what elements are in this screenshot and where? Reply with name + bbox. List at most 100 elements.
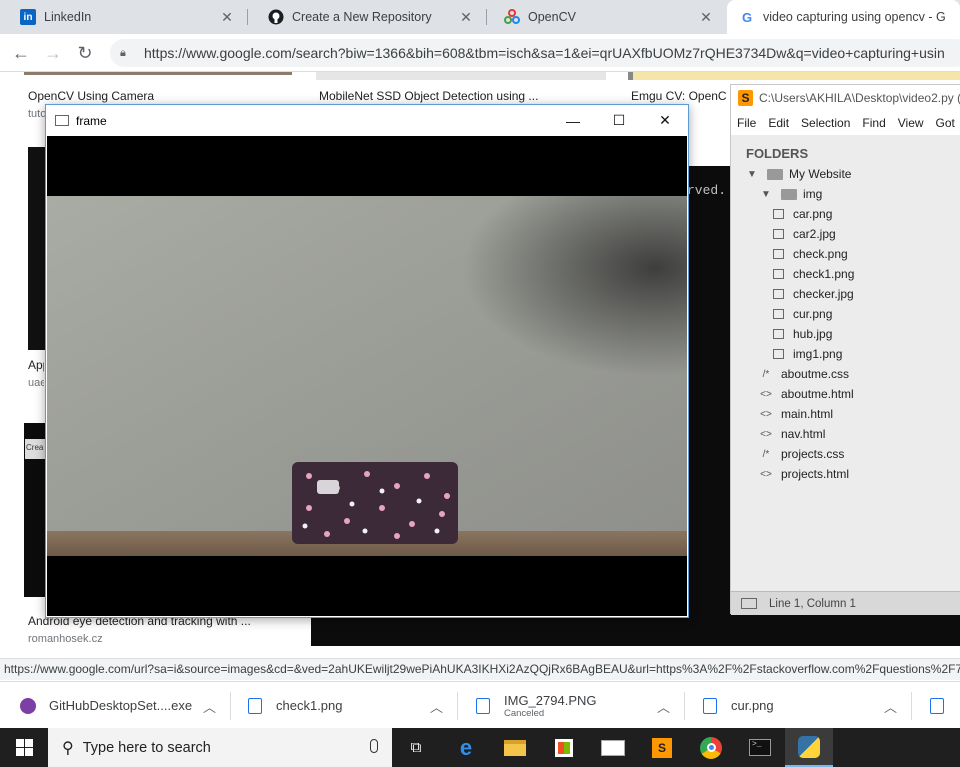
- chevron-down-icon[interactable]: ▼: [759, 189, 773, 200]
- thumbnail-image[interactable]: [28, 147, 46, 350]
- chevron-up-icon[interactable]: ︿: [657, 697, 670, 716]
- chevron-up-icon[interactable]: ︿: [884, 697, 897, 716]
- html-file-icon: <>: [760, 408, 772, 420]
- tree-file[interactable]: /* aboutme.css: [745, 364, 960, 384]
- file-label: img1.png: [793, 347, 843, 361]
- tab-google-active[interactable]: G video capturing using opencv - G: [727, 0, 960, 34]
- download-item[interactable]: [930, 682, 960, 729]
- back-icon[interactable]: ←: [8, 40, 34, 66]
- downloads-bar: GitHubDesktopSet....exe ︿ check1.png ︿ I…: [0, 681, 960, 728]
- menu-view[interactable]: View: [898, 116, 924, 130]
- chevron-up-icon[interactable]: ︿: [203, 697, 216, 716]
- store-icon[interactable]: [540, 728, 588, 767]
- forward-icon[interactable]: →: [40, 40, 66, 66]
- tree-file[interactable]: check1.png: [745, 264, 960, 284]
- panel-icon[interactable]: [741, 598, 757, 609]
- frame-window[interactable]: frame — ☐ ✕: [45, 104, 689, 618]
- file-explorer-icon[interactable]: [491, 728, 539, 767]
- tree-file[interactable]: car.png: [745, 204, 960, 224]
- image-file-icon: [476, 697, 490, 714]
- tree-file[interactable]: checker.jpg: [745, 284, 960, 304]
- download-item[interactable]: cur.png ︿: [703, 682, 897, 729]
- menu-edit[interactable]: Edit: [768, 116, 789, 130]
- image-file-icon: [773, 349, 784, 359]
- css-file-icon: /*: [762, 448, 770, 460]
- download-item[interactable]: IMG_2794.PNG Canceled ︿: [476, 682, 670, 729]
- tree-file[interactable]: hub.jpg: [745, 324, 960, 344]
- tab-github[interactable]: Create a New Repository ✕: [248, 0, 484, 34]
- thumbnail-image[interactable]: Crea: [24, 423, 46, 597]
- mail-icon[interactable]: [589, 728, 637, 767]
- sublime-icon[interactable]: S: [638, 728, 686, 767]
- tree-folder-root[interactable]: ▼ My Website: [745, 164, 960, 184]
- result-title[interactable]: Emgu CV: OpenC: [631, 89, 731, 103]
- edge-icon[interactable]: e: [442, 728, 490, 767]
- search-icon: ⚲: [62, 739, 74, 757]
- tab-title: OpenCV: [528, 10, 576, 24]
- file-label: nav.html: [781, 427, 826, 441]
- menu-find[interactable]: Find: [862, 116, 885, 130]
- tree-file[interactable]: car2.jpg: [745, 224, 960, 244]
- sublime-window[interactable]: S C:\Users\AKHILA\Desktop\video2.py ( Fi…: [730, 84, 960, 615]
- close-tab-icon[interactable]: ✕: [698, 9, 714, 26]
- menu-file[interactable]: File: [737, 116, 756, 130]
- github-icon: [268, 9, 284, 25]
- tree-file[interactable]: img1.png: [745, 344, 960, 364]
- sublime-title: C:\Users\AKHILA\Desktop\video2.py (: [759, 91, 960, 105]
- tab-linkedin[interactable]: in LinkedIn ✕: [0, 0, 245, 34]
- chrome-icon[interactable]: [687, 728, 735, 767]
- tab-title: Create a New Repository: [292, 10, 432, 24]
- close-tab-icon[interactable]: ✕: [458, 9, 474, 26]
- sublime-menubar: File Edit Selection Find View Got: [731, 111, 960, 135]
- tree-file[interactable]: <> projects.html: [745, 464, 960, 484]
- result-source: tuto: [28, 108, 47, 120]
- tree-file[interactable]: /* projects.css: [745, 444, 960, 464]
- address-bar[interactable]: 🔒︎ https://www.google.com/search?biw=136…: [110, 39, 960, 67]
- reload-icon[interactable]: ↻: [72, 40, 98, 66]
- download-item[interactable]: check1.png ︿: [248, 682, 443, 729]
- tab-opencv[interactable]: OpenCV ✕: [484, 0, 724, 34]
- microphone-icon[interactable]: [370, 739, 378, 753]
- image-file-icon: [773, 209, 784, 219]
- image-file-icon: [773, 229, 784, 239]
- frame-titlebar[interactable]: frame — ☐ ✕: [46, 105, 688, 136]
- result-title[interactable]: OpenCV Using Camera: [28, 89, 154, 103]
- close-tab-icon[interactable]: ✕: [219, 9, 235, 26]
- taskbar-search-box[interactable]: ⚲ Type here to search: [48, 728, 392, 767]
- console-text: rved.: [687, 183, 727, 198]
- menu-selection[interactable]: Selection: [801, 116, 850, 130]
- tree-folder-img[interactable]: ▼ img: [745, 184, 960, 204]
- thumbnail-image[interactable]: [316, 72, 606, 80]
- tree-file[interactable]: <> aboutme.html: [745, 384, 960, 404]
- divider: [457, 692, 458, 720]
- close-button[interactable]: ✕: [642, 105, 688, 136]
- thumbnail-label: Crea: [25, 439, 46, 459]
- download-item[interactable]: GitHubDesktopSet....exe ︿: [20, 682, 216, 729]
- tree-file[interactable]: cur.png: [745, 304, 960, 324]
- tab-title: LinkedIn: [44, 10, 92, 24]
- image-file-icon: [773, 269, 784, 279]
- tree-file[interactable]: check.png: [745, 244, 960, 264]
- result-title[interactable]: App: [28, 358, 44, 372]
- result-title[interactable]: MobileNet SSD Object Detection using ...: [319, 89, 559, 103]
- result-source: romanhosek.cz: [28, 633, 103, 645]
- menu-goto[interactable]: Got: [936, 116, 955, 130]
- task-view-icon[interactable]: ⧉: [392, 728, 440, 767]
- minimize-button[interactable]: —: [550, 105, 596, 136]
- thumbnail-image[interactable]: [628, 72, 960, 80]
- chevron-up-icon[interactable]: ︿: [430, 697, 443, 716]
- terminal-icon[interactable]: >_: [736, 728, 784, 767]
- google-icon: G: [741, 9, 753, 25]
- tree-file[interactable]: <> nav.html: [745, 424, 960, 444]
- chevron-down-icon[interactable]: ▼: [745, 169, 759, 180]
- thumbnail-image[interactable]: [24, 72, 292, 75]
- download-filename: GitHubDesktopSet....exe: [49, 698, 193, 713]
- python-icon[interactable]: [785, 728, 833, 767]
- maximize-button[interactable]: ☐: [596, 105, 642, 136]
- file-label: aboutme.html: [781, 387, 854, 401]
- tree-file[interactable]: <> main.html: [745, 404, 960, 424]
- css-file-icon: /*: [762, 368, 770, 380]
- browser-toolbar: ← → ↻ 🔒︎ https://www.google.com/search?b…: [0, 34, 960, 72]
- image-file-icon: [930, 697, 944, 714]
- start-button[interactable]: [0, 728, 48, 767]
